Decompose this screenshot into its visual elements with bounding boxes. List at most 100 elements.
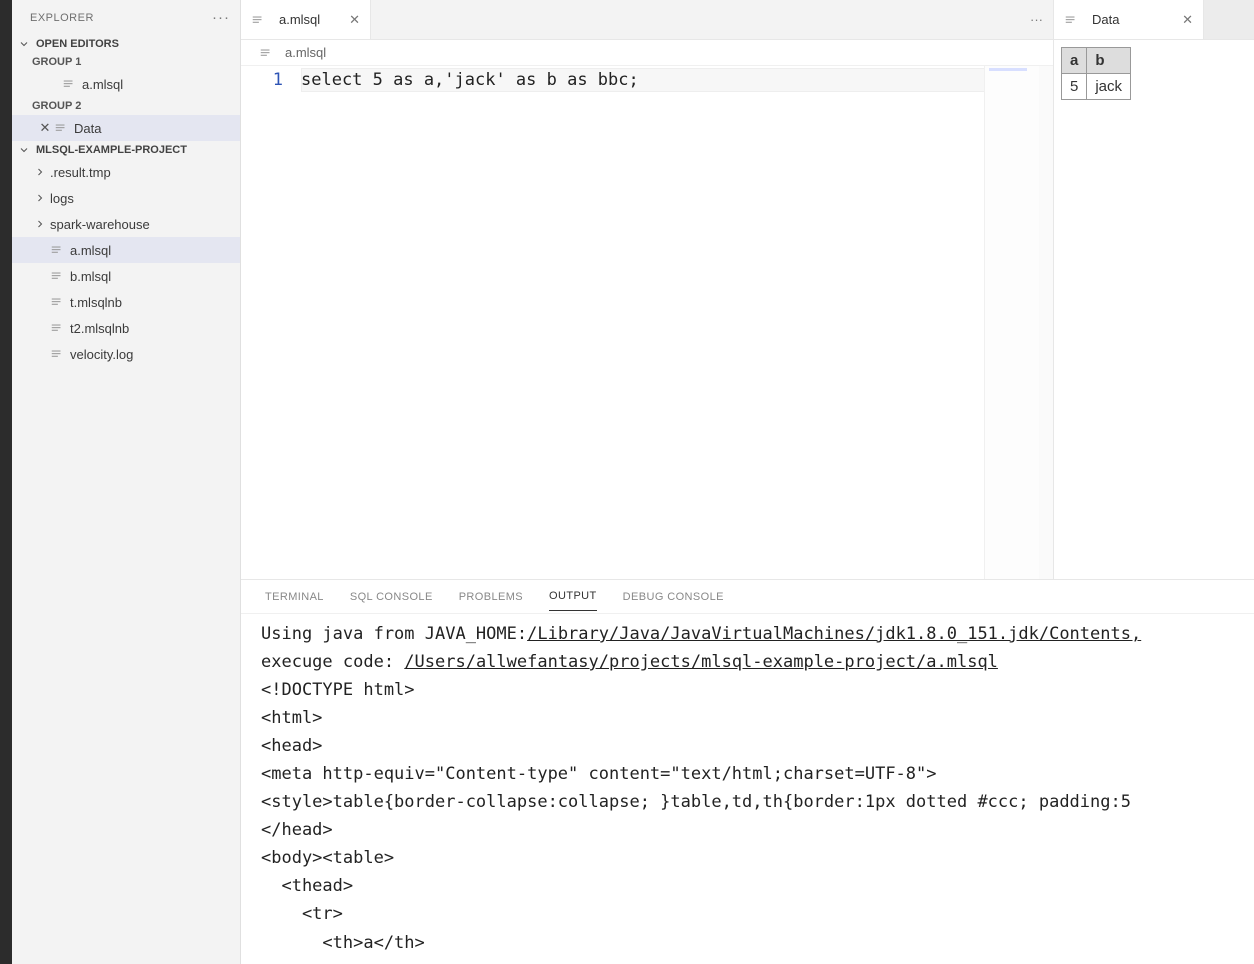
explorer-header: EXPLORER ··· [12,0,240,35]
gutter: 1 [241,66,301,579]
project-item-spark-warehouse[interactable]: spark-warehouse [12,211,240,237]
editor-row: a.mlsql ✕ ··· a.mlsql 1 select 5 as a,'j… [241,0,1254,579]
open-editor-label: a.mlsql [82,77,123,92]
col-a: a [1062,48,1087,74]
close-icon[interactable]: ✕ [1182,12,1193,28]
editor-group-2: Data ✕ a b 5 jack [1054,0,1254,579]
scrollbar[interactable] [1039,66,1053,579]
project-label: MLSQL-EXAMPLE-PROJECT [36,144,187,156]
data-tab-bar: Data ✕ [1054,0,1254,40]
project-item-b-mlsql[interactable]: b.mlsql [12,263,240,289]
group-2-header[interactable]: GROUP 2 [12,97,240,115]
file-icon [50,295,64,309]
chevron-down-icon [16,144,32,156]
code-line-1[interactable]: select 5 as a,'jack' as b as bbc; [301,66,639,90]
group-1-label: GROUP 1 [32,56,81,68]
file-icon [50,243,64,257]
tab-sql-console[interactable]: SQL CONSOLE [350,583,433,611]
project-header[interactable]: MLSQL-EXAMPLE-PROJECT [12,141,240,159]
out-line-2b: /Users/allwefantasy/projects/mlsql-examp… [404,652,998,672]
tab-a-mlsql[interactable]: a.mlsql ✕ [241,0,371,39]
minimap[interactable] [984,66,1039,579]
item-label: spark-warehouse [50,217,150,232]
out-line-12: <th>a</th> [261,933,425,953]
out-line-7: <style>table{border-collapse:collapse; }… [261,792,1131,812]
out-line-4: <html> [261,708,322,728]
out-line-8: </head> [261,820,333,840]
breadcrumb-label: a.mlsql [285,45,326,60]
group-1-header[interactable]: GROUP 1 [12,53,240,71]
output-body[interactable]: Using java from JAVA_HOME:/Library/Java/… [241,614,1254,964]
group-2-label: GROUP 2 [32,100,81,112]
file-icon [50,347,64,361]
open-editor-data[interactable]: ✕ Data [12,115,240,141]
file-icon [1064,13,1078,27]
out-line-2a: execuge code: [261,652,404,672]
tab-label: Data [1092,12,1119,27]
item-label: b.mlsql [70,269,111,284]
tab-debug-console[interactable]: DEBUG CONSOLE [623,583,724,611]
explorer-sidebar: EXPLORER ··· OPEN EDITORS GROUP 1 a.mlsq… [12,0,241,964]
editor-body[interactable]: 1 select 5 as a,'jack' as b as bbc; [241,66,1053,579]
project-item-result-tmp[interactable]: .result.tmp [12,159,240,185]
data-table: a b 5 jack [1061,47,1131,100]
tab-label: a.mlsql [279,12,320,27]
out-line-6: <meta http-equiv="Content-type" content=… [261,764,937,784]
close-icon[interactable]: ✕ [36,120,54,136]
main-area: a.mlsql ✕ ··· a.mlsql 1 select 5 as a,'j… [241,0,1254,964]
file-icon [50,269,64,283]
chevron-right-icon [32,192,48,204]
item-label: a.mlsql [70,243,111,258]
tab-output[interactable]: OUTPUT [549,582,597,611]
project-item-a-mlsql[interactable]: a.mlsql [12,237,240,263]
editor-tab-bar: a.mlsql ✕ ··· [241,0,1053,40]
activity-bar [0,0,12,964]
chevron-right-icon [32,218,48,230]
item-label: logs [50,191,74,206]
out-line-3: <!DOCTYPE html> [261,680,415,700]
file-icon [62,77,76,91]
editor-more-icon[interactable]: ··· [1020,0,1053,39]
close-icon[interactable]: ✕ [349,12,360,28]
tab-trail [1204,0,1254,39]
editor-group-1: a.mlsql ✕ ··· a.mlsql 1 select 5 as a,'j… [241,0,1054,579]
project-item-t-mlsqlnb[interactable]: t.mlsqlnb [12,289,240,315]
chevron-down-icon [16,38,32,50]
item-label: t.mlsqlnb [70,295,122,310]
tab-data[interactable]: Data ✕ [1054,0,1204,39]
explorer-more-icon[interactable]: ··· [212,9,230,26]
data-body: a b 5 jack [1054,40,1254,107]
project-item-t2-mlsqlnb[interactable]: t2.mlsqlnb [12,315,240,341]
tab-terminal[interactable]: TERMINAL [265,583,324,611]
out-line-11: <tr> [261,904,343,924]
editor-fill[interactable] [639,66,984,579]
out-line-1a: Using java from JAVA_HOME: [261,624,527,644]
file-icon [259,46,273,60]
file-icon [54,121,68,135]
open-editors-label: OPEN EDITORS [36,38,119,50]
col-b: b [1087,48,1131,74]
chevron-right-icon [32,166,48,178]
open-editor-label: Data [74,121,101,136]
out-line-1b: /Library/Java/JavaVirtualMachines/jdk1.8… [527,624,1141,644]
item-label: .result.tmp [50,165,111,180]
file-icon [251,13,265,27]
out-line-9: <body><table> [261,848,394,868]
table-row: 5 jack [1062,74,1131,100]
cell-b: jack [1087,74,1131,100]
file-icon [50,321,64,335]
open-editors-header[interactable]: OPEN EDITORS [12,35,240,53]
item-label: velocity.log [70,347,133,362]
open-editor-a-mlsql[interactable]: a.mlsql [12,71,240,97]
project-item-velocity-log[interactable]: velocity.log [12,341,240,367]
line-number: 1 [241,70,283,90]
cell-a: 5 [1062,74,1087,100]
panel-tabs: TERMINAL SQL CONSOLE PROBLEMS OUTPUT DEB… [241,580,1254,614]
project-item-logs[interactable]: logs [12,185,240,211]
tab-problems[interactable]: PROBLEMS [459,583,523,611]
breadcrumb[interactable]: a.mlsql [241,40,1053,66]
tab-spacer [371,0,1020,39]
out-line-5: <head> [261,736,322,756]
explorer-title: EXPLORER [30,12,94,24]
item-label: t2.mlsqlnb [70,321,129,336]
